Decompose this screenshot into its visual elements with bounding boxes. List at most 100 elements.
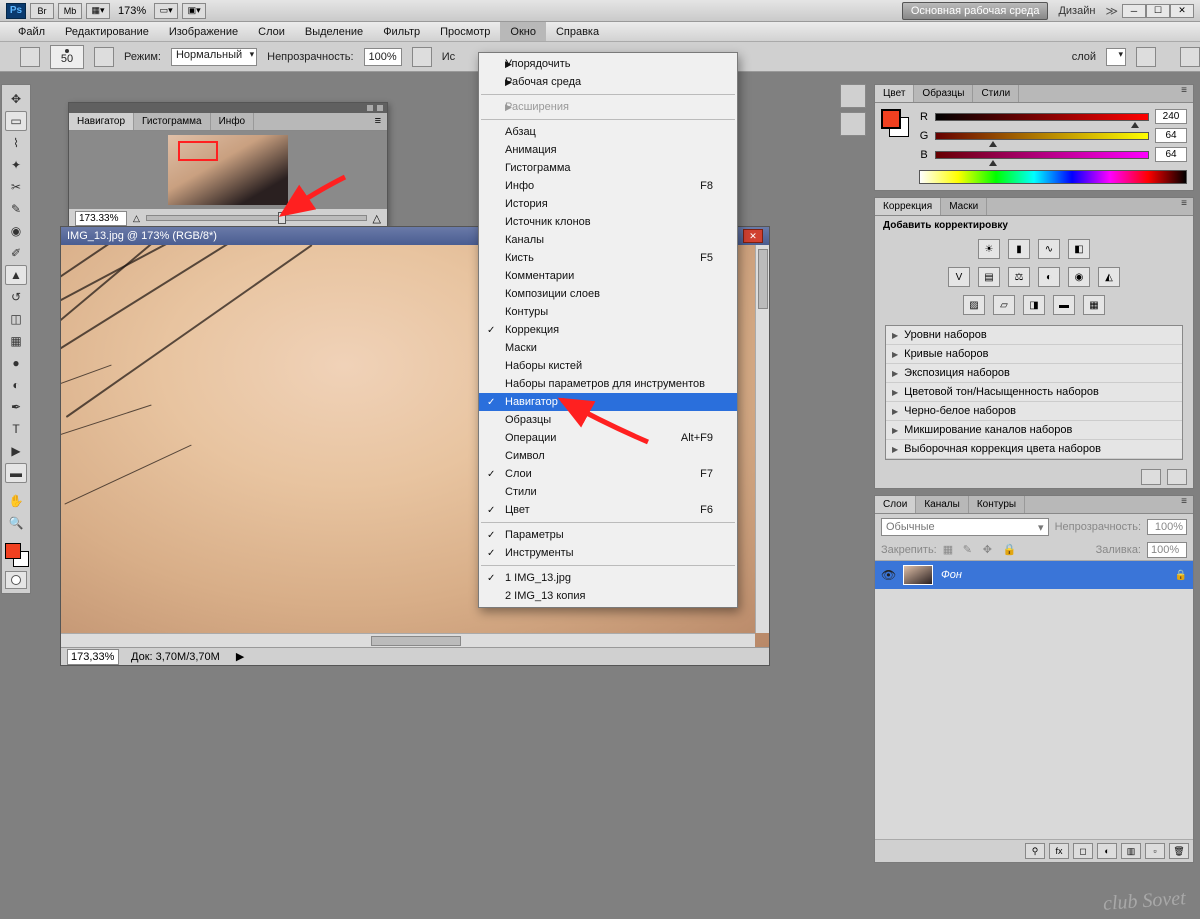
hue-icon[interactable]: ▤ — [978, 267, 1000, 287]
mi-tools[interactable]: ✓Инструменты — [479, 544, 737, 562]
mi-animation[interactable]: Анимация — [479, 141, 737, 159]
channel-mixer-icon[interactable]: ◭ — [1098, 267, 1120, 287]
tab-masks-panel[interactable]: Маски — [941, 198, 987, 215]
preset-item[interactable]: ▶Кривые наборов — [886, 345, 1182, 364]
navigator-zoom-slider[interactable] — [146, 215, 367, 221]
mi-doc-1[interactable]: ✓1 IMG_13.jpg — [479, 569, 737, 587]
panel-menu-icon[interactable]: ≡ — [1175, 198, 1193, 215]
menu-select[interactable]: Выделение — [295, 22, 373, 41]
sample-layer-select[interactable] — [1106, 48, 1126, 66]
window-close-button[interactable]: ✕ — [1170, 4, 1194, 18]
mi-notes[interactable]: Комментарии — [479, 267, 737, 285]
navigator-view-rect[interactable] — [178, 141, 218, 161]
zoom-out-icon[interactable]: △ — [133, 213, 140, 224]
menu-layers[interactable]: Слои — [248, 22, 295, 41]
lasso-tool[interactable]: ⌇ — [5, 133, 27, 153]
selective-color-icon[interactable]: ▦ — [1083, 295, 1105, 315]
menu-workspace[interactable]: Рабочая среда▶ — [479, 73, 737, 91]
bridge-button[interactable]: Br — [30, 3, 54, 19]
mi-channels[interactable]: Каналы — [479, 231, 737, 249]
blend-mode-select[interactable]: Обычные — [881, 518, 1049, 536]
lock-position-icon[interactable]: ✥ — [983, 543, 997, 557]
color-balance-icon[interactable]: ⚖ — [1008, 267, 1030, 287]
delete-layer-icon[interactable]: 🗑 — [1169, 843, 1189, 859]
lock-all-icon[interactable]: 🔒 — [1003, 543, 1017, 557]
layer-name[interactable]: Фон — [941, 569, 962, 581]
ignore-adjust-icon[interactable] — [1136, 47, 1156, 67]
tablet-pressure-size-icon[interactable] — [1180, 47, 1200, 67]
menu-file[interactable]: Файл — [8, 22, 55, 41]
preset-item[interactable]: ▶Черно-белое наборов — [886, 402, 1182, 421]
quick-mask-toggle[interactable] — [5, 571, 27, 589]
mi-options[interactable]: ✓Параметры — [479, 526, 737, 544]
crop-tool[interactable]: ✂ — [5, 177, 27, 197]
preset-item[interactable]: ▶Уровни наборов — [886, 326, 1182, 345]
r-value[interactable]: 240 — [1155, 109, 1187, 124]
minibridge-button[interactable]: Mb — [58, 3, 82, 19]
layer-opacity-field[interactable]: 100% — [1147, 519, 1187, 535]
new-group-icon[interactable]: ▥ — [1121, 843, 1141, 859]
vertical-scrollbar[interactable] — [755, 245, 769, 633]
workspace-design-label[interactable]: Дизайн — [1052, 5, 1101, 17]
workspace-more-icon[interactable]: ≫ — [1105, 4, 1118, 18]
mi-brush-presets[interactable]: Наборы кистей — [479, 357, 737, 375]
posterize-icon[interactable]: ▱ — [993, 295, 1015, 315]
tab-histogram[interactable]: Гистограмма — [134, 113, 211, 130]
mi-history[interactable]: История — [479, 195, 737, 213]
menu-view[interactable]: Просмотр — [430, 22, 500, 41]
pen-tool[interactable]: ✒ — [5, 397, 27, 417]
view-extras-button[interactable]: ▦▾ — [86, 3, 110, 19]
zoom-level[interactable]: 173% — [114, 3, 150, 19]
mi-tool-presets[interactable]: Наборы параметров для инструментов — [479, 375, 737, 393]
gradient-tool[interactable]: ▦ — [5, 331, 27, 351]
mi-info[interactable]: ИнфоF8 — [479, 177, 737, 195]
blend-mode-select[interactable]: Нормальный — [171, 48, 257, 66]
status-arrow-icon[interactable]: ▶ — [236, 650, 244, 663]
window-minimize-button[interactable]: ─ — [1122, 4, 1146, 18]
panel-menu-icon[interactable]: ≡ — [1175, 85, 1193, 102]
navigator-thumbnail[interactable] — [168, 135, 288, 205]
mi-brush[interactable]: КистьF5 — [479, 249, 737, 267]
r-slider[interactable] — [935, 113, 1149, 121]
levels-icon[interactable]: ▮ — [1008, 239, 1030, 259]
eraser-tool[interactable]: ◫ — [5, 309, 27, 329]
mi-masks[interactable]: Маски — [479, 339, 737, 357]
menu-image[interactable]: Изображение — [159, 22, 248, 41]
panel-menu-icon[interactable]: ≡ — [1175, 496, 1193, 513]
brush-panel-toggle[interactable] — [94, 47, 114, 67]
status-zoom-input[interactable]: 173,33% — [67, 649, 119, 665]
mi-character[interactable]: Символ — [479, 447, 737, 465]
color-swatches[interactable] — [5, 543, 29, 567]
brightness-icon[interactable]: ☀ — [978, 239, 1000, 259]
eyedropper-tool[interactable]: ✎ — [5, 199, 27, 219]
spot-heal-tool[interactable]: ◉ — [5, 221, 27, 241]
mi-paragraph[interactable]: Абзац — [479, 123, 737, 141]
threshold-icon[interactable]: ◨ — [1023, 295, 1045, 315]
panel-menu-icon[interactable]: ≡ — [369, 113, 387, 130]
b-value[interactable]: 64 — [1155, 147, 1187, 162]
magic-wand-tool[interactable]: ✦ — [5, 155, 27, 175]
adjust-clip-icon[interactable] — [1167, 469, 1187, 485]
link-layers-icon[interactable]: ⚲ — [1025, 843, 1045, 859]
hand-tool[interactable]: ✋ — [5, 491, 27, 511]
window-maximize-button[interactable]: ☐ — [1146, 4, 1170, 18]
preset-item[interactable]: ▶Цветовой тон/Насыщенность наборов — [886, 383, 1182, 402]
blur-tool[interactable]: ● — [5, 353, 27, 373]
tab-color[interactable]: Цвет — [875, 85, 914, 102]
type-tool[interactable]: T — [5, 419, 27, 439]
horizontal-scrollbar[interactable] — [61, 633, 755, 647]
brush-tool[interactable]: ✐ — [5, 243, 27, 263]
color-swatch-pair[interactable] — [881, 109, 909, 137]
zoom-in-icon[interactable]: △ — [373, 212, 381, 225]
tab-navigator[interactable]: Навигатор — [69, 113, 134, 130]
vibrance-icon[interactable]: V — [948, 267, 970, 287]
mi-color[interactable]: ✓ЦветF6 — [479, 501, 737, 519]
new-layer-icon[interactable]: ▫ — [1145, 843, 1165, 859]
tab-channels[interactable]: Каналы — [916, 496, 969, 513]
tab-swatches[interactable]: Образцы — [914, 85, 973, 102]
arrange-button[interactable]: ▭▾ — [154, 3, 178, 19]
tool-preset-icon[interactable] — [20, 47, 40, 67]
menu-help[interactable]: Справка — [546, 22, 609, 41]
color-spectrum[interactable] — [919, 170, 1187, 184]
layer-mask-icon[interactable]: ◻ — [1073, 843, 1093, 859]
